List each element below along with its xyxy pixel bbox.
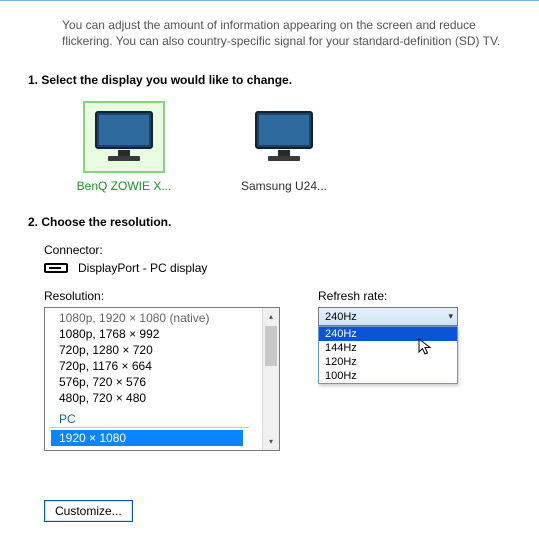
- intro-text: You can adjust the amount of information…: [62, 17, 517, 49]
- dropdown-item[interactable]: 240Hz: [319, 327, 457, 341]
- refresh-rate-combo[interactable]: 240Hz ▾: [318, 307, 458, 326]
- list-item[interactable]: 480p, 720 × 480: [59, 390, 262, 406]
- resolution-listbox[interactable]: 1080p, 1920 × 1080 (native) 1080p, 1768 …: [44, 307, 280, 451]
- scroll-down-icon[interactable]: ▾: [263, 433, 279, 450]
- refresh-rate-dropdown[interactable]: 240Hz 144Hz 120Hz 100Hz: [318, 326, 458, 384]
- list-item-selected[interactable]: 1920 × 1080: [51, 430, 243, 446]
- chevron-down-icon: ▾: [448, 311, 453, 322]
- refresh-rate-label: Refresh rate:: [318, 289, 521, 303]
- scrollbar[interactable]: ▴ ▾: [262, 308, 279, 450]
- list-item[interactable]: 1080p, 1768 × 992: [59, 326, 262, 342]
- list-item[interactable]: 720p, 1176 × 664: [59, 358, 262, 374]
- list-group-pc: PC: [49, 412, 249, 428]
- display-selection-row: BenQ ZOWIE X... Samsung U24...: [74, 101, 539, 193]
- displayport-icon: [44, 263, 68, 273]
- list-item[interactable]: 576p, 720 × 576: [59, 374, 262, 390]
- display-label: BenQ ZOWIE X...: [74, 179, 174, 193]
- connector-label: Connector:: [44, 243, 539, 257]
- list-item[interactable]: 1080p, 1920 × 1080 (native): [59, 310, 262, 326]
- display-item-samsung[interactable]: Samsung U24...: [234, 101, 334, 193]
- resolution-label: Resolution:: [44, 289, 294, 303]
- scroll-thumb[interactable]: [265, 326, 277, 366]
- display-item-benq[interactable]: BenQ ZOWIE X...: [74, 101, 174, 193]
- dropdown-item[interactable]: 100Hz: [319, 369, 457, 383]
- monitor-icon: [83, 101, 165, 173]
- dropdown-item[interactable]: 120Hz: [319, 355, 457, 369]
- connector-value: DisplayPort - PC display: [78, 261, 207, 275]
- list-item[interactable]: 720p, 1280 × 720: [59, 342, 262, 358]
- display-label: Samsung U24...: [234, 179, 334, 193]
- section-1-heading: 1. Select the display you would like to …: [28, 73, 539, 87]
- scroll-up-icon[interactable]: ▴: [263, 308, 279, 325]
- monitor-icon: [243, 101, 325, 173]
- customize-button[interactable]: Customize...: [44, 500, 133, 522]
- section-2-heading: 2. Choose the resolution.: [28, 215, 539, 229]
- refresh-rate-value: 240Hz: [325, 311, 357, 323]
- dropdown-item[interactable]: 144Hz: [319, 341, 457, 355]
